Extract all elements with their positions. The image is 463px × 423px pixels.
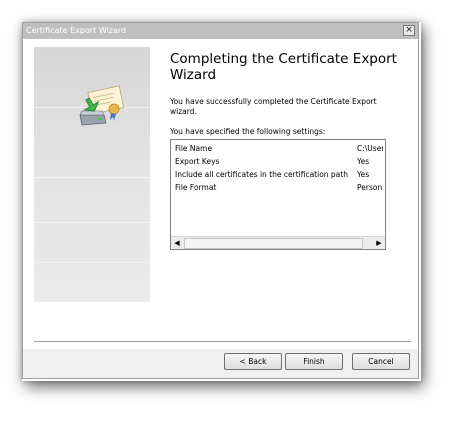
back-button[interactable]: < Back bbox=[224, 353, 282, 370]
window-title: Certificate Export Wizard bbox=[26, 26, 127, 35]
finish-button[interactable]: Finish bbox=[285, 353, 343, 370]
setting-value: Yes bbox=[357, 157, 370, 166]
arrow-right-icon[interactable]: ▶ bbox=[374, 238, 384, 248]
banner-stripe bbox=[34, 177, 150, 178]
wizard-content: Completing the Certificate Export Wizard… bbox=[23, 39, 418, 349]
setting-name: Include all certificates in the certific… bbox=[175, 170, 348, 179]
setting-value: Yes bbox=[357, 170, 370, 179]
list-item[interactable]: File Name C:\User bbox=[175, 142, 383, 155]
arrow-left-icon[interactable]: ◀ bbox=[172, 238, 182, 248]
banner-stripe bbox=[34, 262, 150, 263]
side-banner bbox=[34, 47, 150, 302]
close-icon: × bbox=[405, 25, 413, 35]
completion-description: You have successfully completed the Cert… bbox=[170, 97, 377, 116]
certificate-export-wizard-window: Certificate Export Wizard × Completing t… bbox=[22, 22, 419, 379]
page-title: Completing the Certificate Export Wizard bbox=[170, 51, 397, 83]
cancel-button[interactable]: Cancel bbox=[352, 353, 410, 370]
list-item[interactable]: File Format Person bbox=[175, 181, 383, 194]
certificate-export-icon bbox=[79, 85, 125, 126]
setting-name: Export Keys bbox=[175, 157, 220, 166]
footer-divider bbox=[34, 341, 411, 343]
settings-list[interactable]: File Name C:\User Export Keys Yes Includ… bbox=[170, 139, 386, 250]
title-bar[interactable]: Certificate Export Wizard × bbox=[23, 23, 418, 39]
list-item[interactable]: Include all certificates in the certific… bbox=[175, 168, 383, 181]
banner-stripe bbox=[34, 222, 150, 223]
setting-name: File Name bbox=[175, 144, 213, 153]
close-button[interactable]: × bbox=[403, 25, 415, 36]
scrollbar-thumb[interactable] bbox=[184, 238, 363, 249]
settings-rows: File Name C:\User Export Keys Yes Includ… bbox=[175, 142, 383, 234]
setting-name: File Format bbox=[175, 183, 217, 192]
horizontal-scrollbar[interactable]: ◀ ▶ bbox=[171, 236, 385, 249]
setting-value: C:\User bbox=[357, 144, 383, 153]
setting-value: Person bbox=[357, 183, 383, 192]
settings-label: You have specified the following setting… bbox=[170, 127, 326, 136]
list-item[interactable]: Export Keys Yes bbox=[175, 155, 383, 168]
